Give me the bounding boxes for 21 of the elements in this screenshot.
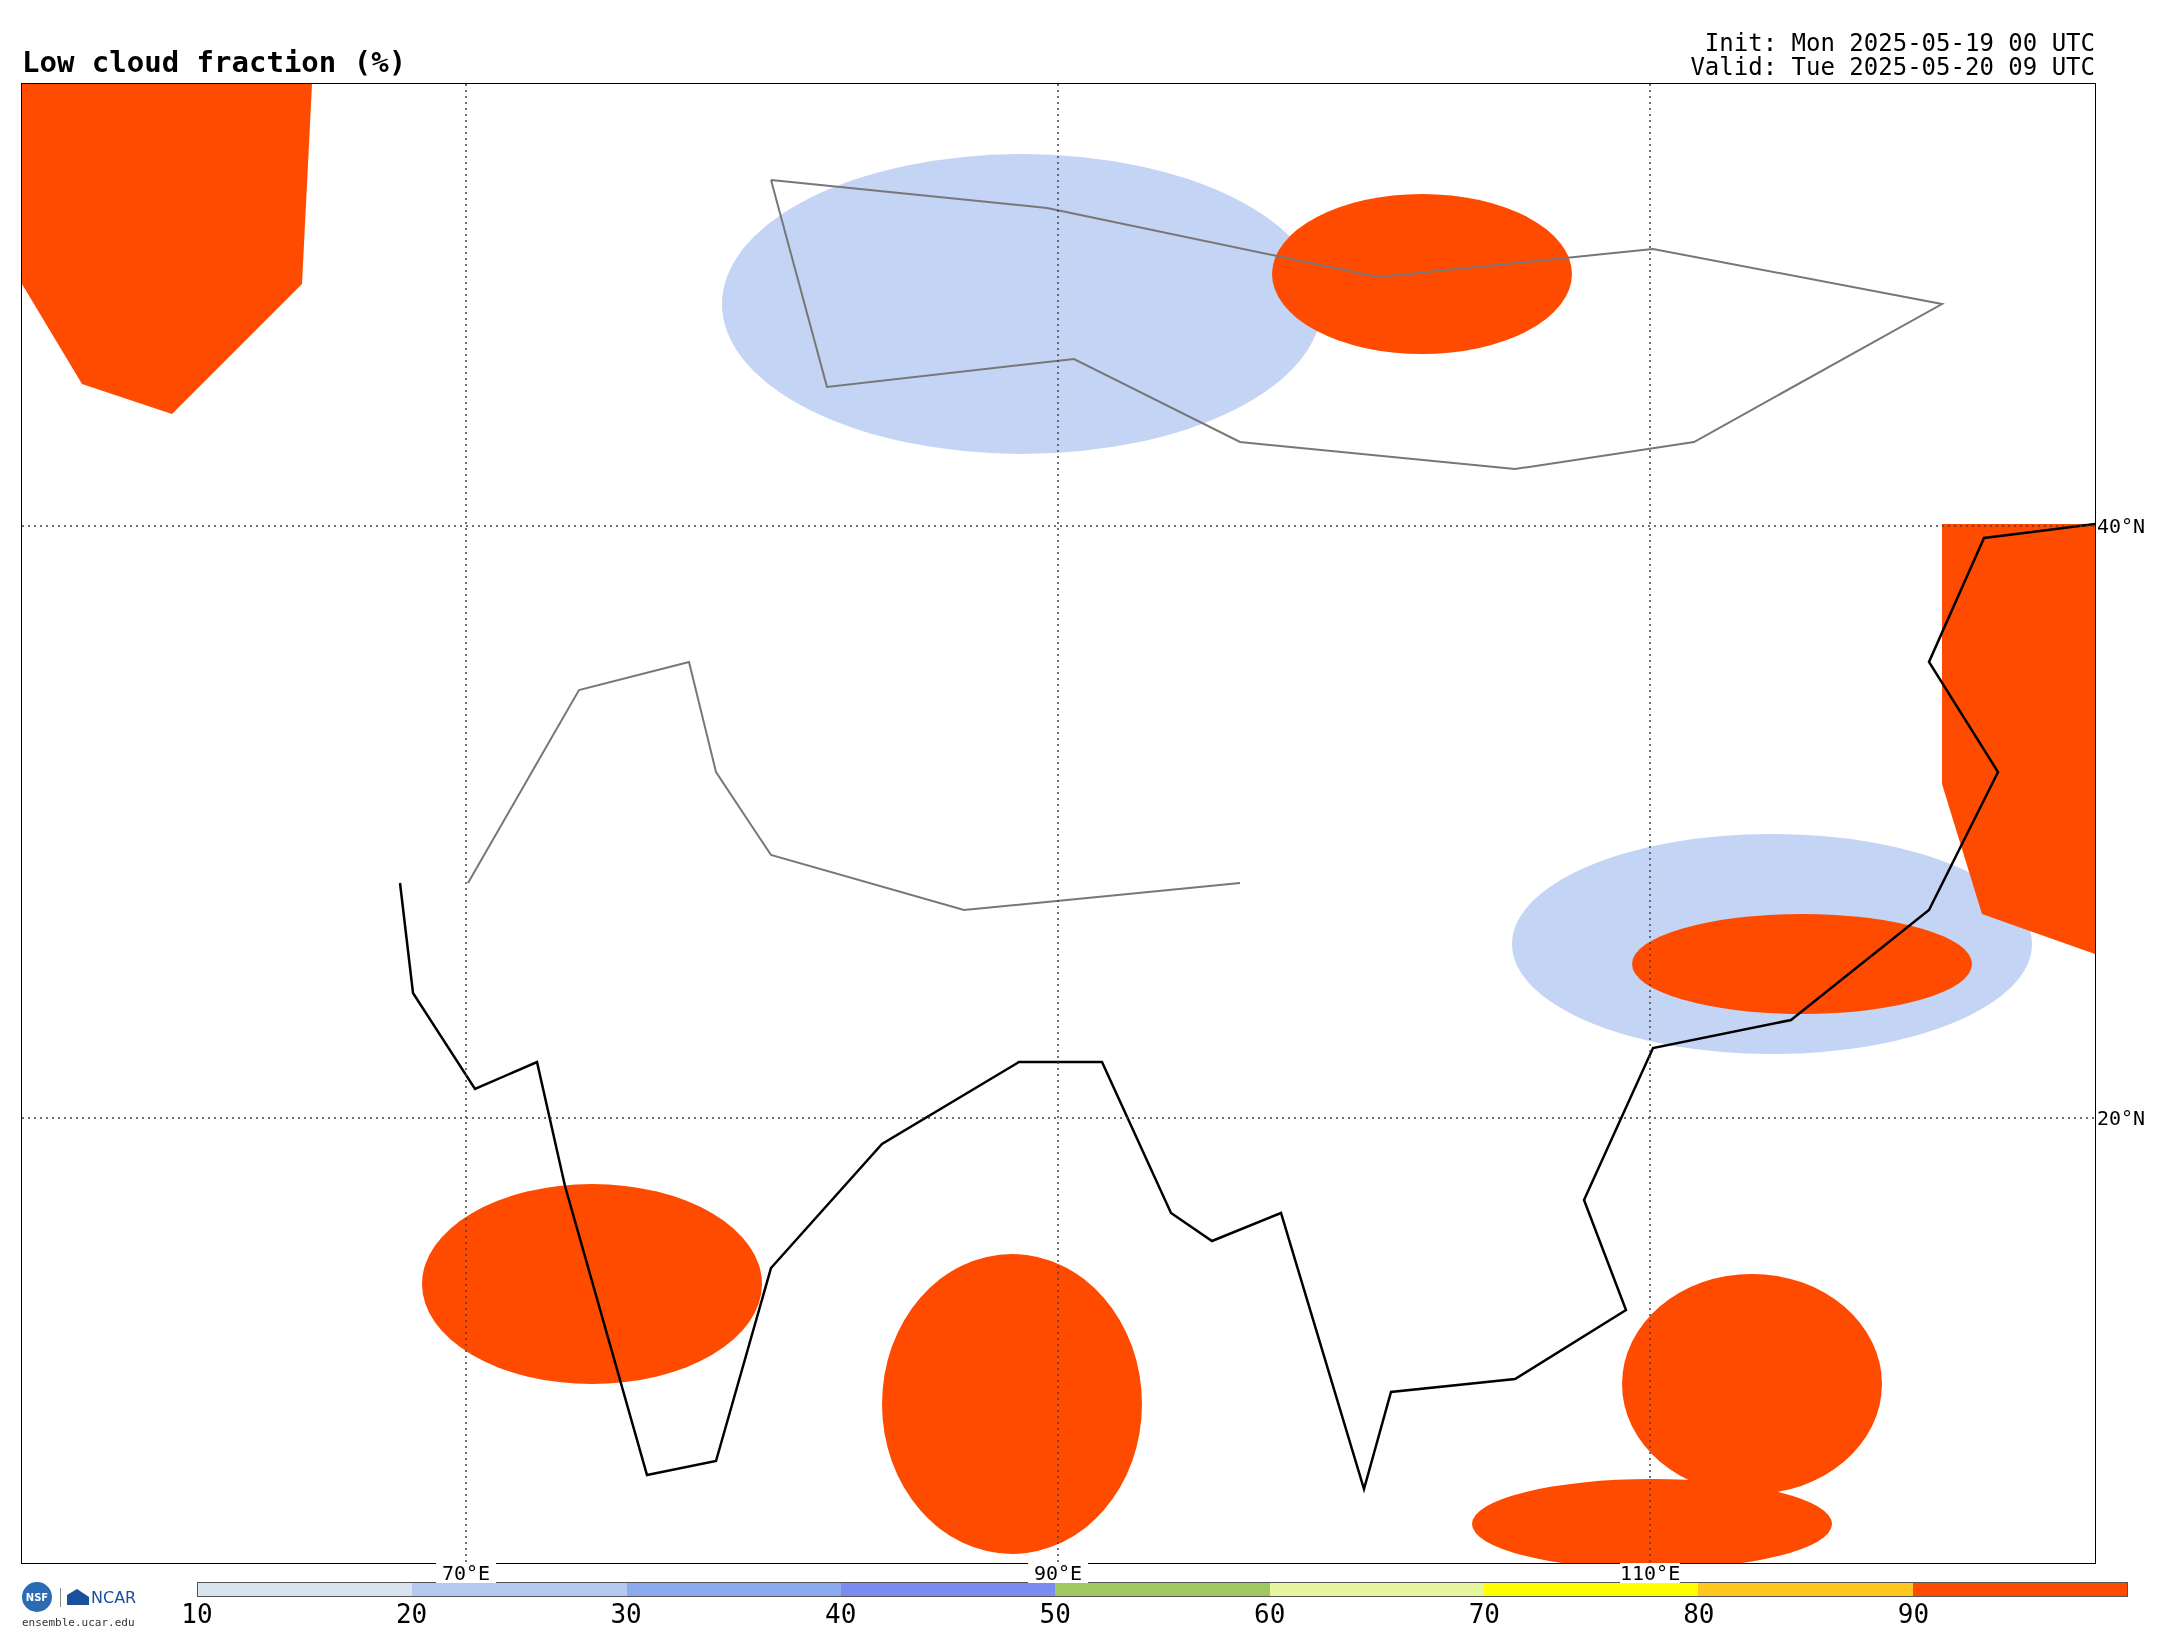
colorbar-tick-label: 70 — [1468, 1599, 1500, 1626]
colorbar-tick-label: 60 — [1254, 1599, 1286, 1626]
init-time: Init: Mon 2025-05-19 00 UTC — [1704, 31, 2095, 55]
ncar-logo: NCAR — [60, 1587, 137, 1607]
chart-title: Low cloud fraction (%) — [22, 45, 407, 81]
colorbar-tick-label: 80 — [1683, 1599, 1715, 1626]
colorbar-tick-label: 20 — [395, 1599, 428, 1626]
longitude-label: 110°E — [1620, 1563, 1680, 1583]
nsf-logo: NSF — [22, 1582, 52, 1612]
colorbar-tick-label: 90 — [1897, 1599, 1930, 1626]
colorbar-tick-label: 10 — [181, 1599, 213, 1626]
colorbar-tick-label: 50 — [1039, 1599, 1071, 1626]
colorbar-tick-label: 40 — [825, 1599, 857, 1626]
latitude-label: 40°N — [2097, 513, 2146, 540]
website-url: ensemble.ucar.edu — [22, 1616, 136, 1626]
latitude-label: 20°N — [2097, 1105, 2146, 1132]
ncar-mark-icon — [67, 1589, 89, 1605]
longitude-label: 90°E — [1028, 1563, 1088, 1583]
colorbar-tick-label: 30 — [610, 1599, 642, 1626]
valid-time: Valid: Tue 2025-05-20 09 UTC — [1690, 55, 2095, 79]
longitude-label: 70°E — [436, 1563, 496, 1583]
